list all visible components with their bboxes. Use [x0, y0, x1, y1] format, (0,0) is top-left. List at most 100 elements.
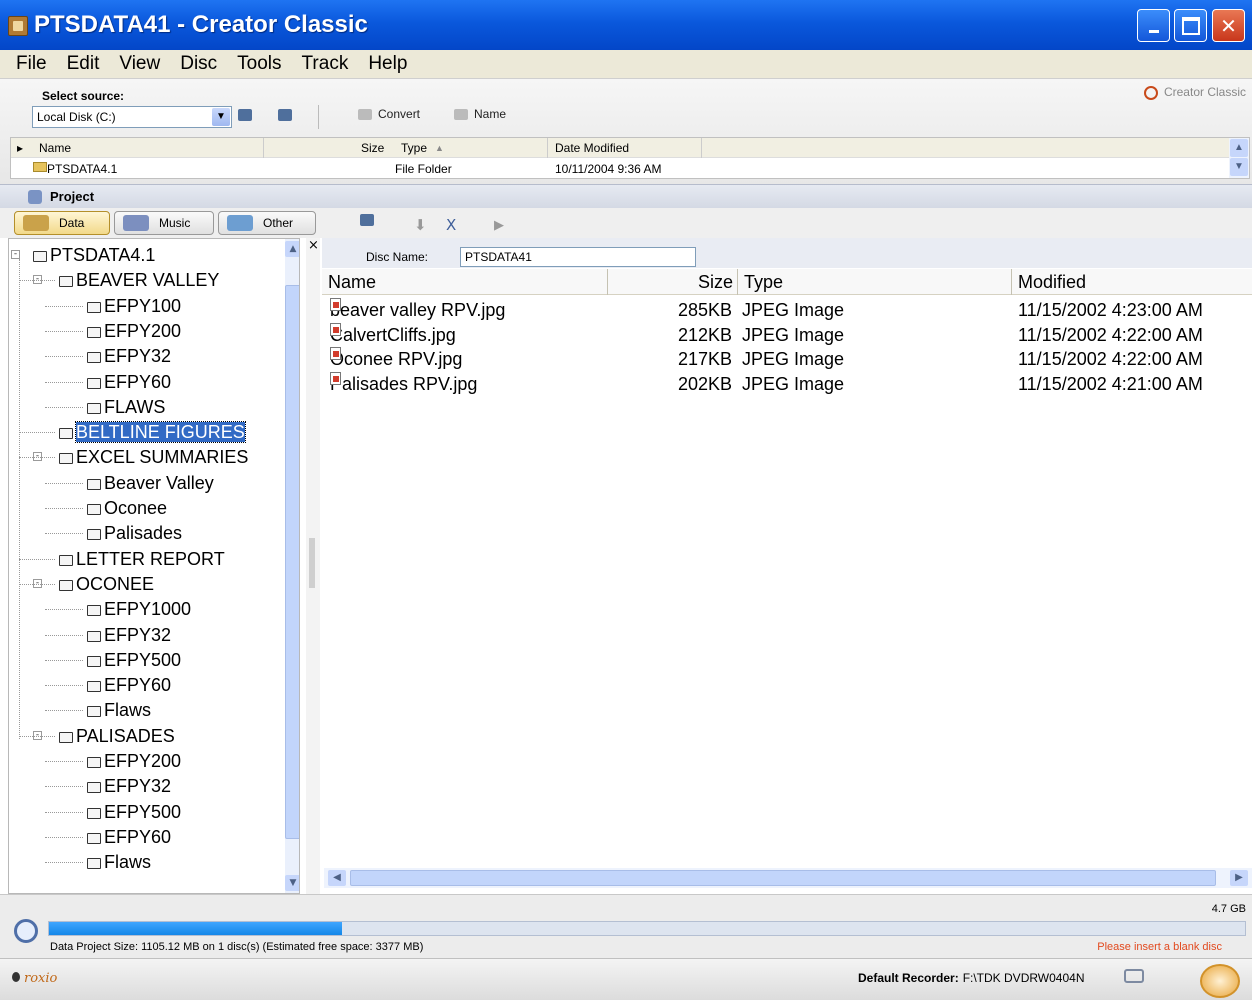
col-date-modified[interactable]: Date Modified: [555, 141, 629, 155]
file-row[interactable]: Palisades RPV.jpg 202KB JPEG Image 11/15/20…: [322, 371, 1242, 396]
tree-item[interactable]: Palisades: [87, 521, 182, 545]
close-button[interactable]: ✕: [1212, 9, 1245, 42]
file-row[interactable]: Oconee RPV.jpg 217KB JPEG Image 11/15/2002 …: [322, 347, 1242, 371]
disc-name-field[interactable]: PTSDATA41: [460, 247, 696, 267]
file-name: Palisades RPV.jpg: [330, 371, 477, 396]
tree-connector: [45, 482, 83, 484]
tree-item[interactable]: Beaver Valley: [87, 471, 214, 495]
tree-item[interactable]: OCONEE: [59, 572, 154, 596]
col-modified[interactable]: Modified: [1012, 269, 1252, 295]
tab-other[interactable]: Other: [218, 211, 316, 235]
tree-connector: [45, 406, 83, 408]
capacity-bar: [48, 921, 1246, 936]
move-down-icon[interactable]: ⬇: [414, 216, 427, 234]
file-name-text: CalvertCliffs.jpg: [330, 324, 456, 345]
tree-item[interactable]: PTSDATA4.1: [33, 243, 155, 267]
header-expander-icon[interactable]: ▸: [17, 141, 23, 155]
name-button[interactable]: Name: [454, 107, 506, 121]
tree-item[interactable]: EFPY60: [87, 825, 171, 849]
minimize-button[interactable]: [1137, 9, 1170, 42]
scroll-thumb[interactable]: [285, 285, 299, 839]
tree-connector: [45, 836, 83, 838]
tree-item[interactable]: EFPY500: [87, 800, 181, 824]
tree-item-label: EFPY32: [104, 624, 172, 645]
col-name[interactable]: Name: [39, 141, 71, 155]
tree-item-label: EXCEL SUMMARIES: [76, 447, 249, 468]
tree-connector: [19, 558, 55, 560]
tree-item[interactable]: EXCEL SUMMARIES: [59, 445, 248, 469]
burn-button[interactable]: [1200, 964, 1240, 998]
tree-item-label: Oconee: [104, 498, 168, 518]
recorder-select-icon[interactable]: [1124, 969, 1144, 983]
file-list-header: Name Size Type Modified: [322, 269, 1252, 295]
disc-name-bar: Disc Name: PTSDATA41: [322, 238, 1252, 268]
folder-up-icon[interactable]: [238, 109, 252, 121]
tree-item[interactable]: EFPY100: [87, 294, 181, 318]
source-drive-select[interactable]: Local Disk (C:) ▼: [32, 106, 232, 128]
dropdown-arrow-icon[interactable]: ▼: [212, 108, 230, 126]
tree-item[interactable]: LETTER REPORT: [59, 547, 225, 571]
column-divider: [547, 138, 548, 158]
tab-music[interactable]: Music: [114, 211, 214, 235]
menu-edit[interactable]: Edit: [57, 53, 110, 75]
tree-item[interactable]: Flaws: [87, 850, 151, 874]
col-type[interactable]: Type: [401, 141, 427, 155]
tree-item[interactable]: Flaws: [87, 698, 151, 722]
col-size[interactable]: Size: [608, 269, 738, 295]
new-folder-icon[interactable]: [278, 109, 292, 121]
close-pane-icon[interactable]: ×: [308, 238, 319, 253]
tab-data[interactable]: Data: [14, 211, 110, 235]
file-list-hscrollbar[interactable]: ◀ ▶: [324, 868, 1252, 888]
tree-item[interactable]: EFPY60: [87, 370, 171, 394]
tree-item[interactable]: BEAVER VALLEY: [59, 268, 219, 292]
tree-item[interactable]: EFPY32: [87, 774, 171, 798]
tree-item[interactable]: EFPY32: [87, 623, 171, 647]
pane-splitter[interactable]: ×: [306, 238, 320, 894]
menu-help[interactable]: Help: [358, 53, 417, 75]
delete-icon[interactable]: X: [446, 216, 456, 234]
tree-connector: [45, 811, 83, 813]
scroll-right-icon[interactable]: ▶: [1230, 870, 1248, 886]
scroll-thumb[interactable]: [350, 870, 1216, 886]
tree-item-label: Beaver Valley: [104, 472, 214, 493]
disc-capacity-icon[interactable]: [14, 919, 38, 943]
menu-disc[interactable]: Disc: [170, 53, 227, 75]
file-type: JPEG Image: [742, 324, 845, 345]
tree-item[interactable]: Oconee: [87, 496, 167, 520]
file-row[interactable]: beaver valley RPV.jpg 285KB JPEG Image 11/1…: [322, 298, 1242, 322]
tree-item[interactable]: BELTLINE FIGURES: [59, 420, 246, 444]
maximize-button[interactable]: [1174, 9, 1207, 42]
tree-item[interactable]: PALISADES: [59, 724, 175, 748]
tree-item[interactable]: EFPY32: [87, 344, 171, 368]
tree-item[interactable]: EFPY1000: [87, 597, 191, 621]
folder-icon: [87, 832, 101, 844]
menu-track[interactable]: Track: [292, 53, 359, 75]
source-list-scrollbar[interactable]: ▲ ▼: [1229, 138, 1249, 178]
splitter-grip[interactable]: [309, 538, 315, 588]
folder-icon: [33, 162, 47, 172]
tree-item[interactable]: EFPY200: [87, 319, 181, 343]
tree-expander-icon[interactable]: -: [11, 250, 20, 259]
col-type[interactable]: Type: [738, 269, 1012, 295]
convert-button[interactable]: Convert: [358, 107, 420, 121]
file-row[interactable]: CalvertCliffs.jpg 212KB JPEG Image 11/15/20…: [322, 322, 1242, 347]
col-name[interactable]: Name: [322, 269, 608, 295]
scroll-left-icon[interactable]: ◀: [328, 870, 346, 886]
tree-item-label: EFPY60: [104, 675, 172, 696]
scroll-up-icon[interactable]: ▲: [285, 241, 299, 257]
new-folder-icon[interactable]: [360, 214, 374, 226]
play-icon[interactable]: ▶: [494, 218, 504, 233]
menu-tools[interactable]: Tools: [227, 53, 291, 75]
tree-item[interactable]: EFPY60: [87, 673, 171, 697]
tree-scrollbar[interactable]: ▲ ▼: [285, 239, 299, 893]
tree-item[interactable]: FLAWS: [87, 395, 165, 419]
tree-item[interactable]: EFPY200: [87, 749, 181, 773]
col-size[interactable]: Size: [361, 141, 384, 155]
scroll-down-icon[interactable]: ▼: [285, 875, 299, 891]
scroll-up-icon[interactable]: ▲: [1230, 139, 1248, 157]
file-size: 217KB: [678, 349, 733, 369]
tree-item[interactable]: EFPY500: [87, 648, 181, 672]
menu-file[interactable]: File: [6, 53, 57, 75]
scroll-down-icon[interactable]: ▼: [1230, 158, 1248, 176]
menu-view[interactable]: View: [109, 53, 170, 75]
